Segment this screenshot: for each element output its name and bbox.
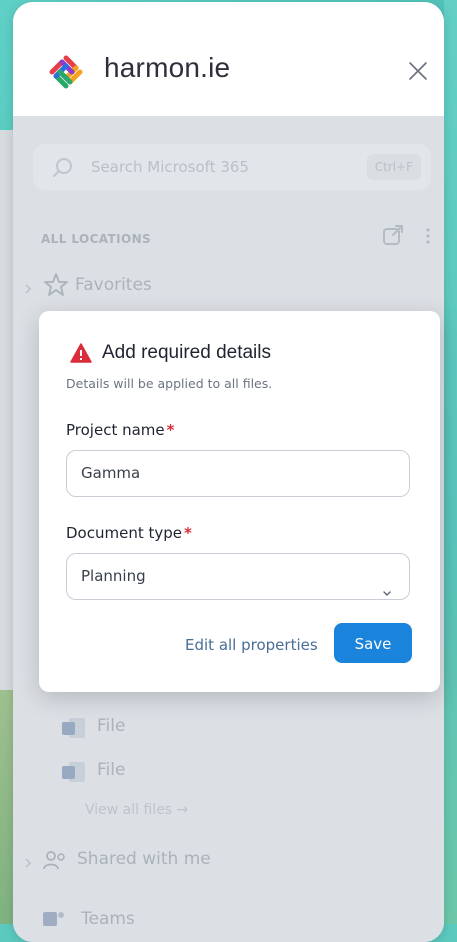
harmonie-logo-icon [46,52,86,92]
project-name-label: Project name * [66,421,175,439]
dialog-title: Add required details [102,342,271,363]
save-button[interactable]: Save [334,623,412,663]
required-details-dialog: Add required details Details will be app… [39,311,440,692]
close-icon[interactable] [407,60,429,82]
document-type-value: Planning [81,567,146,585]
document-type-select[interactable]: Planning [66,553,410,600]
document-type-label: Document type * [66,524,192,542]
panel-header: harmon.ie [13,2,444,116]
edit-all-properties-link[interactable]: Edit all properties [185,636,318,654]
warning-icon [70,343,92,363]
chevron-down-icon [381,572,393,596]
app-title: harmon.ie [104,52,231,83]
dialog-subtitle: Details will be applied to all files. [66,376,273,391]
project-name-field[interactable]: Gamma [66,450,410,497]
required-marker: * [184,524,192,542]
required-marker: * [166,421,175,439]
background-right-edge [444,0,457,924]
